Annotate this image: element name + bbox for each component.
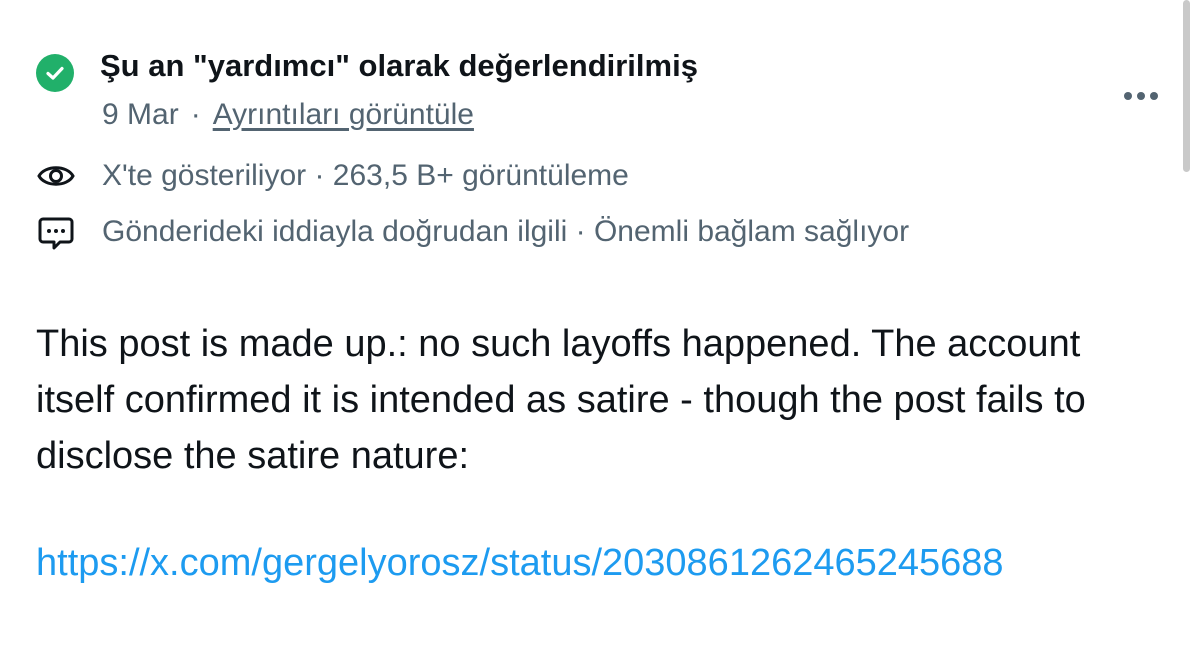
check-circle-icon [36, 54, 74, 92]
eye-icon [36, 156, 76, 196]
relevance-text: Gönderideki iddiayla doğrudan ilgili · Ö… [102, 215, 910, 248]
more-options-button[interactable] [1114, 84, 1168, 108]
note-status-title: Şu an "yardımcı" olarak değerlendirilmiş [100, 48, 698, 83]
note-body-text: This post is made up.: no such layoffs h… [36, 323, 1086, 477]
note-meta-row: 9 Mar · Ayrıntıları görüntüle [102, 98, 474, 132]
note-source-link[interactable]: https://x.com/gergelyorosz/status/203086… [36, 535, 1166, 591]
info-row-relevance: Gönderideki iddiayla doğrudan ilgili · Ö… [36, 212, 909, 252]
meta-separator: · [190, 98, 201, 131]
message-dots-icon [36, 212, 76, 252]
visibility-text: X'te gösteriliyor · 263,5 B+ görüntüleme [102, 159, 629, 192]
more-horizontal-icon [1124, 92, 1132, 100]
view-details-link[interactable]: Ayrıntıları görüntüle [213, 98, 474, 132]
note-date: 9 Mar [102, 98, 179, 131]
info-row-visibility: X'te gösteriliyor · 263,5 B+ görüntüleme [36, 156, 629, 196]
scrollbar[interactable] [1183, 0, 1190, 172]
